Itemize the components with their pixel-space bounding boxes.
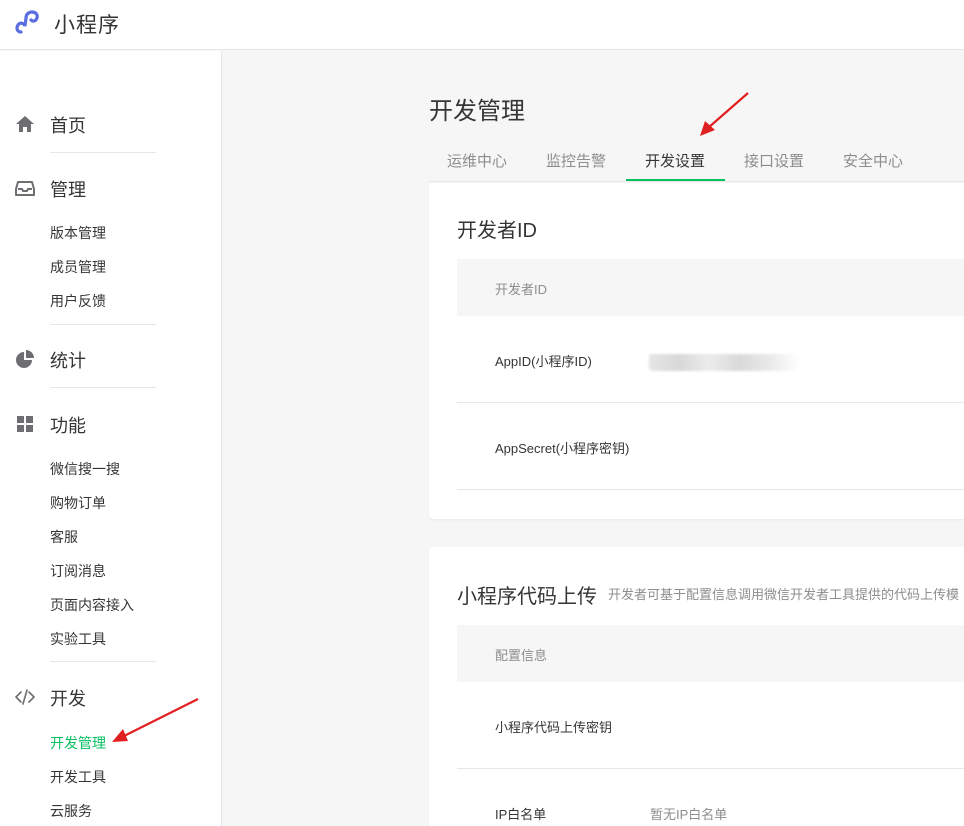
sidebar-item-stats[interactable]: 统计 xyxy=(0,344,222,372)
sidebar-item-experiment-tools[interactable]: 实验工具 xyxy=(50,629,106,649)
sidebar-divider xyxy=(50,661,156,662)
app-title[interactable]: 小程序 xyxy=(54,9,120,39)
tab-bar: 运维中心 监控告警 开发设置 接口设置 安全中心 xyxy=(429,140,964,182)
tab-dev-settings[interactable]: 开发设置 xyxy=(645,150,705,171)
sidebar-item-manage[interactable]: 管理 xyxy=(0,173,222,201)
sidebar-item-wechat-search[interactable]: 微信搜一搜 xyxy=(50,459,120,479)
row-key: IP白名单 xyxy=(495,807,547,822)
annotation-arrow-icon xyxy=(700,92,749,136)
card-title: 开发者ID xyxy=(457,220,537,242)
tab-ops-center[interactable]: 运维中心 xyxy=(447,150,507,171)
table-header: 开发者ID xyxy=(457,259,964,316)
table-row-appid: AppID(小程序ID) xyxy=(457,316,964,403)
row-key: 小程序代码上传密钥 xyxy=(495,720,613,735)
sidebar-item-label: 开发 xyxy=(50,689,86,709)
sidebar-item-version-manage[interactable]: 版本管理 xyxy=(50,223,106,243)
sidebar-item-subscription-messages[interactable]: 订阅消息 xyxy=(50,561,106,581)
annotation-arrow-icon xyxy=(112,698,199,742)
code-icon xyxy=(15,689,35,705)
sidebar-item-features[interactable]: 功能 xyxy=(0,409,222,437)
top-bar: 小程序 xyxy=(0,0,964,50)
page-title: 开发管理 xyxy=(429,98,525,125)
dev-id-card: 开发者ID 开发者ID AppID(小程序ID) AppSecret(小程序密钥… xyxy=(429,183,964,519)
card-title: 小程序代码上传 xyxy=(457,586,597,608)
sidebar-divider xyxy=(50,387,156,388)
tab-monitoring-alerts[interactable]: 监控告警 xyxy=(546,150,606,171)
active-tab-indicator xyxy=(626,179,725,181)
sidebar-item-home[interactable]: 首页 xyxy=(0,109,222,137)
table-header-label: 配置信息 xyxy=(495,648,548,663)
sidebar-item-shopping-orders[interactable]: 购物订单 xyxy=(50,493,106,513)
sidebar-item-page-content[interactable]: 页面内容接入 xyxy=(50,595,134,615)
row-value: 暂无IP白名单 xyxy=(650,807,728,822)
sidebar-divider xyxy=(50,152,156,153)
row-key: AppSecret(小程序密钥) xyxy=(495,441,630,456)
sidebar-item-user-feedback[interactable]: 用户反馈 xyxy=(50,291,106,311)
sidebar-item-label: 管理 xyxy=(50,180,86,200)
table-header-label: 开发者ID xyxy=(495,282,548,297)
tab-interface-settings[interactable]: 接口设置 xyxy=(744,150,804,171)
tab-security-center[interactable]: 安全中心 xyxy=(843,150,903,171)
sidebar-item-label: 统计 xyxy=(50,351,86,371)
sidebar-item-label: 功能 xyxy=(50,416,86,436)
sidebar-item-dev-tools[interactable]: 开发工具 xyxy=(50,767,106,787)
inbox-icon xyxy=(15,181,35,196)
table-row-appsecret: AppSecret(小程序密钥) xyxy=(457,403,964,490)
sidebar-item-cloud-service[interactable]: 云服务 xyxy=(50,801,92,821)
sidebar-divider xyxy=(50,324,156,325)
pie-chart-icon xyxy=(16,350,34,368)
card-description: 开发者可基于配置信息调用微信开发者工具提供的代码上传模 xyxy=(608,587,960,602)
sidebar-item-member-manage[interactable]: 成员管理 xyxy=(50,257,106,277)
home-icon xyxy=(16,116,34,132)
table-row-upload-key: 小程序代码上传密钥 xyxy=(457,682,964,769)
mini-program-logo-icon[interactable] xyxy=(14,8,46,36)
sidebar-item-customer-service[interactable]: 客服 xyxy=(50,527,78,547)
sidebar-item-dev-manage[interactable]: 开发管理 xyxy=(50,733,106,753)
grid-icon xyxy=(17,416,33,432)
table-header: 配置信息 xyxy=(457,625,964,682)
row-key: AppID(小程序ID) xyxy=(495,354,592,369)
appid-value-redacted[interactable] xyxy=(649,354,799,371)
sidebar-item-label: 首页 xyxy=(50,116,86,136)
code-upload-card: 小程序代码上传 开发者可基于配置信息调用微信开发者工具提供的代码上传模 配置信息… xyxy=(429,547,964,826)
table-row-ip-whitelist: IP白名单 暂无IP白名单 xyxy=(457,769,964,826)
